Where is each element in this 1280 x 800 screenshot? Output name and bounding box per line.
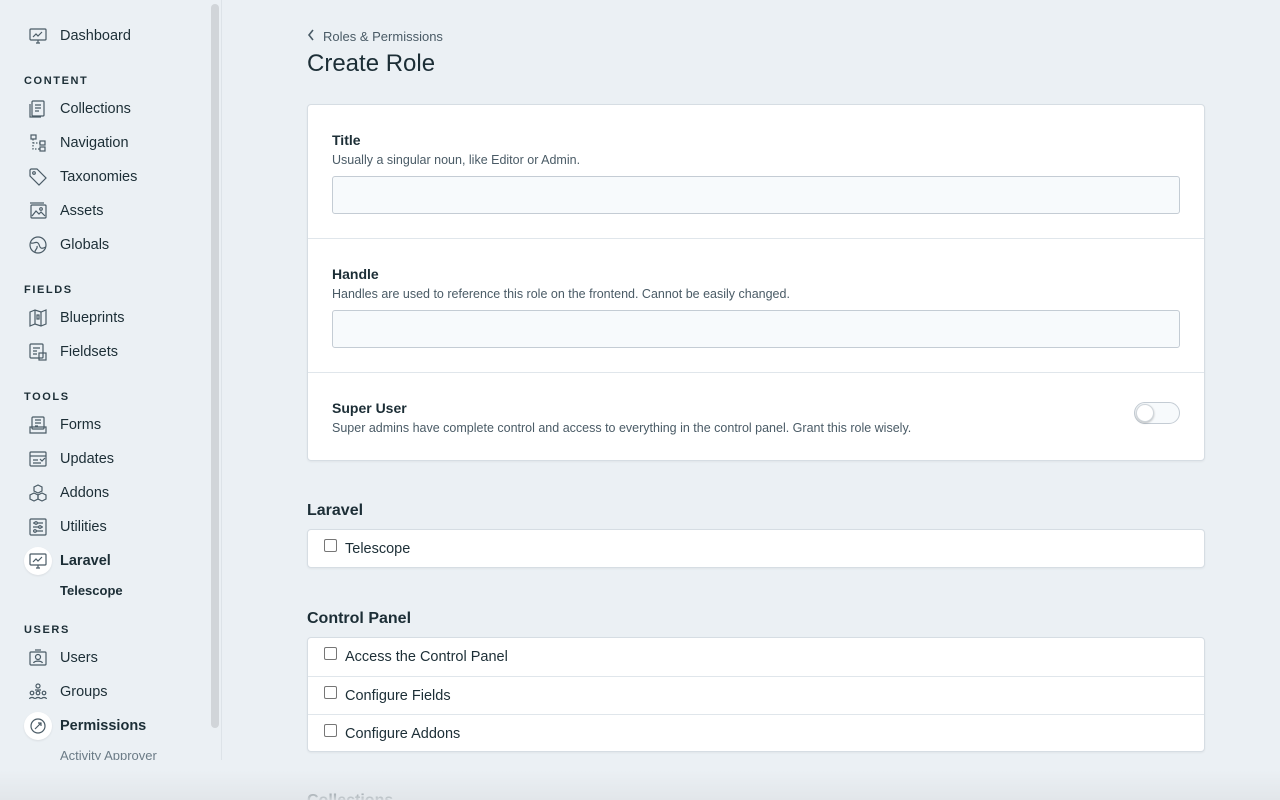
nav-permissions[interactable]: Permissions: [24, 712, 146, 740]
dashboard-icon: [24, 22, 52, 50]
permission-row[interactable]: Access the Control Panel: [308, 638, 1204, 676]
nav-utilities[interactable]: Utilities: [24, 513, 107, 541]
nav-users-label: Users: [60, 650, 98, 666]
blueprint-icon: [24, 304, 52, 332]
breadcrumb-label: Roles & Permissions: [323, 28, 443, 44]
permission-label: Configure Addons: [345, 726, 461, 742]
nav-updates[interactable]: Updates: [24, 445, 114, 473]
section-fields: FIELDS: [24, 284, 73, 296]
nav-forms[interactable]: Forms: [24, 411, 101, 439]
nav-navigation[interactable]: Navigation: [24, 129, 129, 157]
handle-help: Handles are used to reference this role …: [332, 287, 790, 301]
toggle-knob: [1136, 404, 1154, 422]
nav-addons[interactable]: Addons: [24, 479, 109, 507]
nav-sub-activity-approver[interactable]: Activity Approver: [60, 748, 157, 760]
section-users: USERS: [24, 624, 70, 636]
permission-checkbox[interactable]: [324, 647, 337, 660]
divider: [308, 372, 1204, 373]
nav-blueprints-label: Blueprints: [60, 310, 125, 326]
image-icon: [24, 197, 52, 225]
nav-laravel-label: Laravel: [60, 553, 111, 569]
permission-checkbox[interactable]: [324, 724, 337, 737]
utilities-icon: [24, 513, 52, 541]
nav-users[interactable]: Users: [24, 644, 98, 672]
nav-collections[interactable]: Collections: [24, 95, 131, 123]
updates-icon: [24, 445, 52, 473]
nav-navigation-label: Navigation: [60, 135, 129, 151]
section-content: CONTENT: [24, 75, 89, 87]
nav-updates-label: Updates: [60, 451, 115, 467]
nav-permissions-label: Permissions: [60, 718, 147, 734]
permission-label: Configure Fields: [345, 688, 451, 704]
nav-globals[interactable]: Globals: [24, 231, 109, 259]
role-form-card: Title Usually a singular noun, like Edit…: [307, 104, 1205, 461]
tag-icon: [24, 163, 52, 191]
chevron-left-icon: [307, 29, 317, 44]
title-label: Title: [332, 132, 361, 148]
nav-fieldsets[interactable]: Fieldsets: [24, 338, 118, 366]
collections-icon: [24, 95, 52, 123]
permission-checkbox[interactable]: [324, 539, 337, 552]
permission-row[interactable]: Configure Fields: [308, 676, 1204, 714]
sidebar-nav: Dashboard CONTENT Collections Navigation…: [0, 0, 208, 760]
permission-label: Access the Control Panel: [345, 649, 508, 665]
sidebar-scrollbar[interactable]: [211, 4, 219, 728]
title-input[interactable]: [332, 176, 1180, 214]
permission-group-control-panel: Access the Control Panel Configure Field…: [307, 637, 1205, 752]
permission-group-laravel: Telescope: [307, 529, 1205, 568]
nav-forms-label: Forms: [60, 417, 102, 433]
groups-icon: [24, 678, 52, 706]
permission-label: Telescope: [345, 541, 411, 557]
nav-globals-label: Globals: [60, 237, 110, 253]
super-user-label: Super User: [332, 400, 407, 416]
addons-icon: [24, 479, 52, 507]
permissions-icon: [24, 712, 52, 740]
nav-assets[interactable]: Assets: [24, 197, 104, 225]
nav-taxonomies-label: Taxonomies: [60, 169, 138, 185]
nav-dashboard-label: Dashboard: [60, 28, 131, 44]
nav-groups[interactable]: Groups: [24, 678, 108, 706]
permission-row[interactable]: Telescope: [308, 530, 1204, 568]
sidebar: Dashboard CONTENT Collections Navigation…: [0, 0, 222, 760]
super-user-help: Super admins have complete control and a…: [332, 421, 912, 435]
nav-sub-telescope[interactable]: Telescope: [60, 583, 123, 598]
nav-fieldsets-label: Fieldsets: [60, 344, 119, 360]
globe-icon: [24, 231, 52, 259]
nav-utilities-label: Utilities: [60, 519, 107, 535]
nav-assets-label: Assets: [60, 203, 104, 219]
bottom-fade: [0, 770, 1280, 800]
nav-dashboard[interactable]: Dashboard: [24, 22, 131, 50]
group-title-collections: Collections: [307, 792, 393, 800]
title-help: Usually a singular noun, like Editor or …: [332, 153, 581, 167]
section-tools: TOOLS: [24, 391, 70, 403]
group-title-control-panel: Control Panel: [307, 610, 412, 627]
nav-addons-label: Addons: [60, 485, 110, 501]
super-user-toggle[interactable]: [1134, 402, 1180, 424]
nav-collections-label: Collections: [60, 101, 131, 117]
nav-laravel[interactable]: Laravel: [24, 547, 111, 575]
navigation-icon: [24, 129, 52, 157]
handle-label: Handle: [332, 266, 379, 282]
nav-blueprints[interactable]: Blueprints: [24, 304, 124, 332]
group-title-laravel: Laravel: [307, 502, 364, 519]
permission-row[interactable]: Configure Addons: [308, 714, 1204, 752]
users-icon: [24, 644, 52, 672]
nav-groups-label: Groups: [60, 684, 108, 700]
permission-checkbox[interactable]: [324, 686, 337, 699]
laravel-dashboard-icon: [24, 547, 52, 575]
fieldset-icon: [24, 338, 52, 366]
nav-taxonomies[interactable]: Taxonomies: [24, 163, 137, 191]
page-title: Create Role: [307, 50, 436, 77]
divider: [308, 238, 1204, 239]
handle-input[interactable]: [332, 310, 1180, 348]
breadcrumb[interactable]: Roles & Permissions: [307, 28, 443, 44]
form-icon: [24, 411, 52, 439]
